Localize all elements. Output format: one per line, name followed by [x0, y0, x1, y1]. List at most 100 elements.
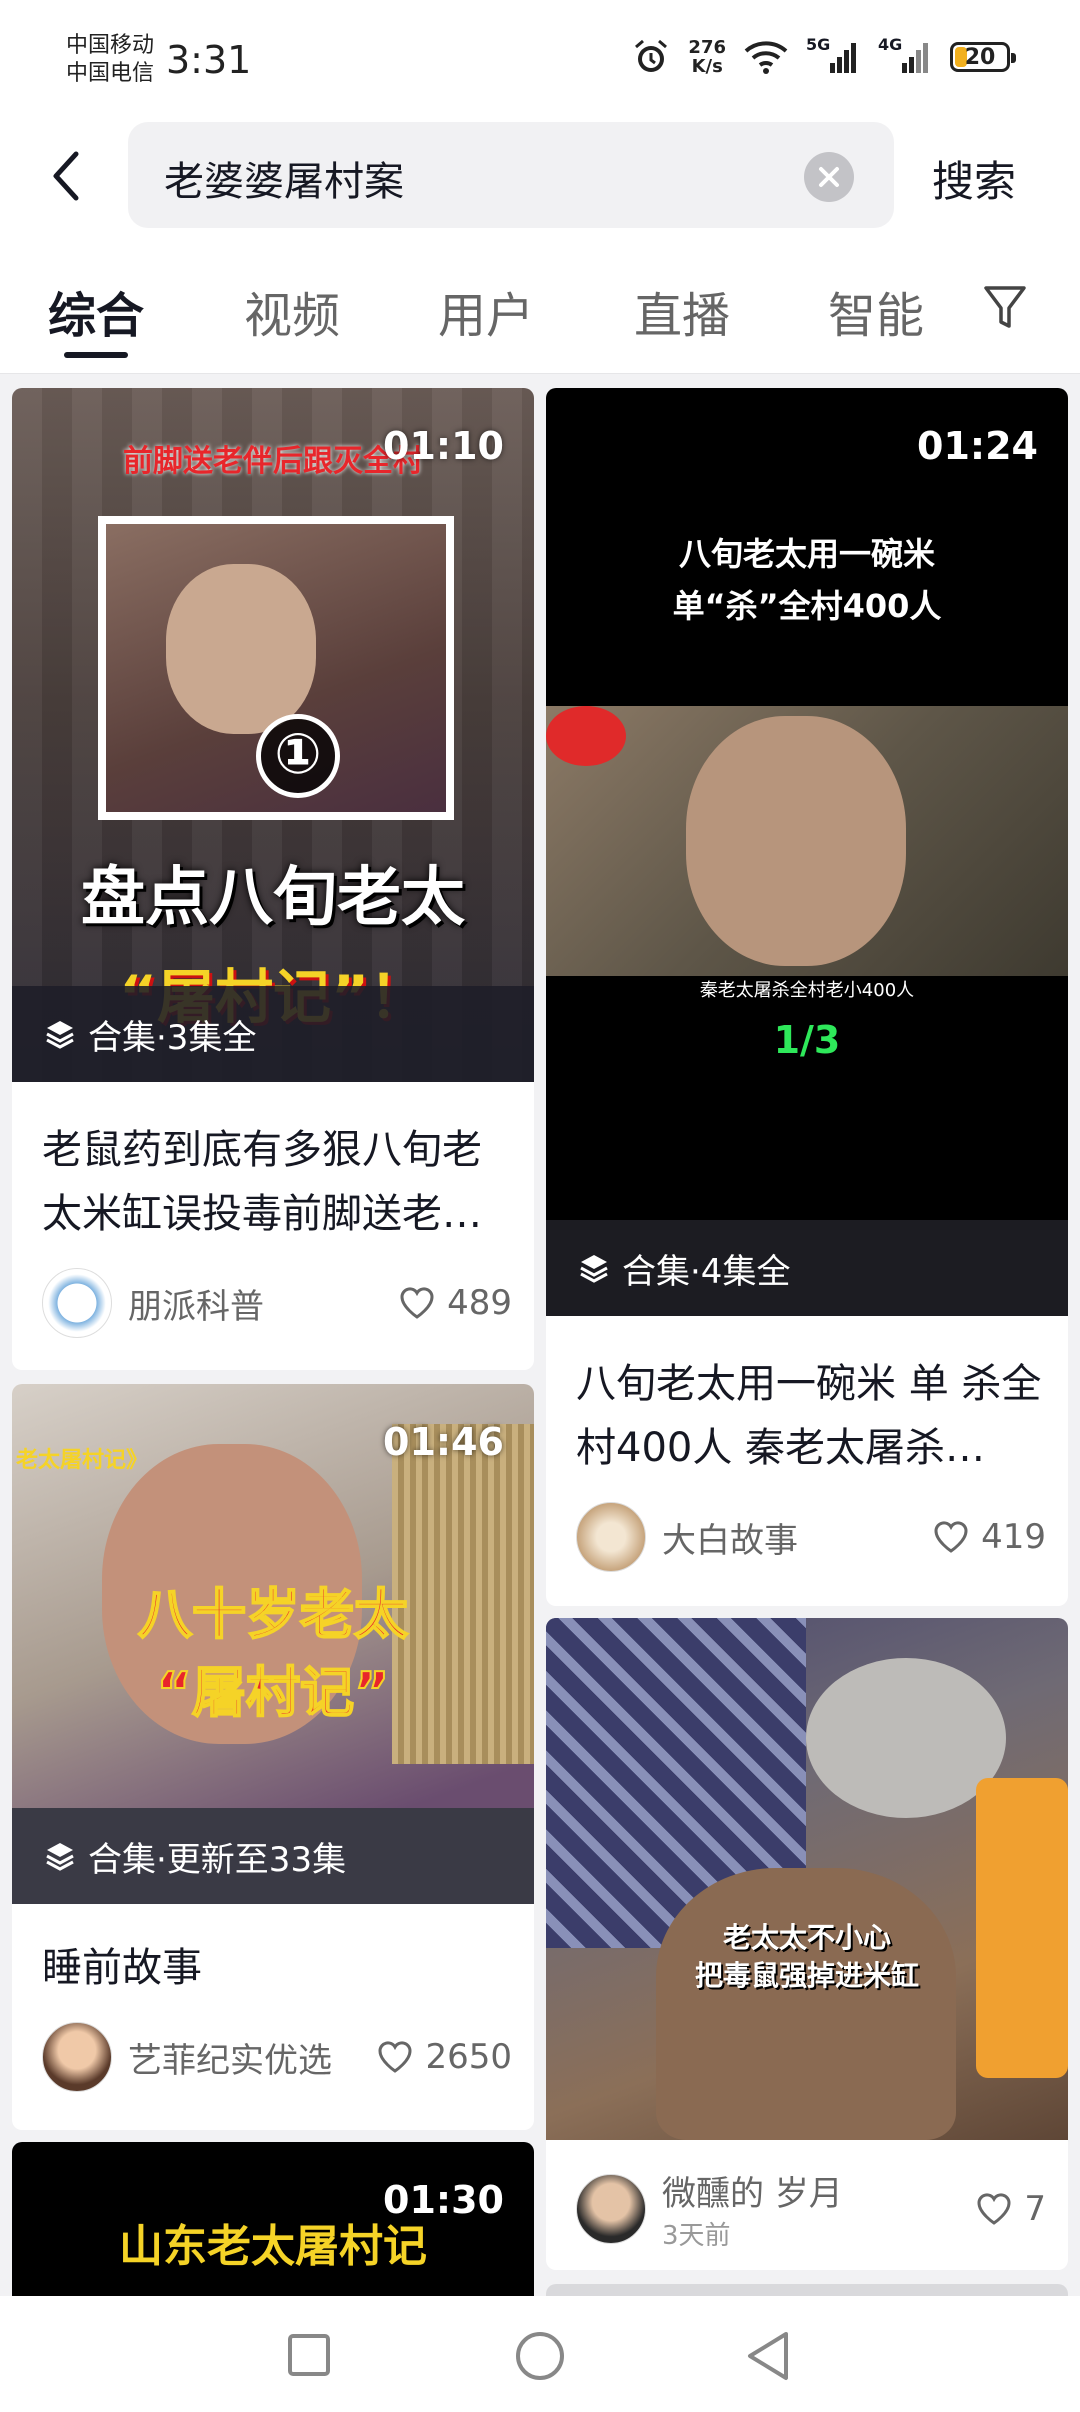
speed-value: 276 — [688, 37, 726, 58]
heart-icon[interactable] — [976, 2193, 1012, 2225]
like-count[interactable]: 489 — [399, 1283, 512, 1323]
battery-icon: 20 — [950, 42, 1016, 72]
tab-smart[interactable]: 智能 — [828, 276, 924, 346]
video-thumbnail[interactable]: 前脚送老伴后跟灭全村 ① 盘点八旬老太 “屠村记”！ 01:10 合集·3集全 — [12, 388, 534, 1082]
tab-all[interactable]: 综合 — [48, 276, 144, 346]
overlay-line-1: 八旬老太用一碗米 — [678, 535, 935, 573]
signal-4g-icon: 4G — [878, 35, 932, 75]
home-icon[interactable] — [514, 2330, 566, 2382]
author-name[interactable]: 微醺的 岁月 — [662, 2166, 843, 2215]
network-speed: 276 K/s — [688, 38, 726, 76]
video-thumbnail[interactable]: 01:24 八旬老太用一碗米 单“杀”全村400人 秦老太屠杀全村老小400人 … — [546, 388, 1068, 1316]
wifi-icon — [744, 41, 788, 74]
result-tabs: 综合 视频 用户 直播 智能 — [0, 244, 1080, 374]
alarm-icon — [635, 39, 668, 72]
episode-number-badge: ① — [256, 714, 340, 798]
avatar[interactable] — [42, 2022, 112, 2092]
back-icon[interactable] — [744, 2330, 792, 2382]
carrier-1: 中国移动 — [66, 33, 155, 58]
search-header: 老婆婆屠村案 搜索 — [0, 122, 1080, 244]
video-title[interactable]: 八旬老太用一碗米 单 杀全村400人 秦老太屠杀… — [576, 1352, 1046, 1480]
avatar[interactable] — [576, 2174, 646, 2244]
author-row: 微醺的 岁月 3天前 7 — [576, 2166, 1046, 2252]
carrier-labels: 中国移动 中国电信 — [66, 32, 154, 88]
avatar[interactable] — [42, 1268, 112, 1338]
collection-label: 合集·3集全 — [88, 1017, 257, 1058]
author-row: 朋派科普 489 — [42, 1268, 512, 1338]
collection-badge: 合集·更新至33集 — [12, 1808, 534, 1904]
search-query[interactable]: 老婆婆屠村案 — [164, 149, 404, 207]
author-meta: 微醺的 岁月 3天前 — [662, 2166, 843, 2252]
system-nav-bar — [0, 2296, 1080, 2412]
video-thumbnail[interactable]: 老太屠村记》 八十岁老太 “屠村记” 01:46 合集·更新至33集 — [12, 1384, 534, 1904]
video-card-4[interactable]: 老太太不小心 把毒鼠强掉进米缸 微醺的 岁月 3天前 7 — [546, 1618, 1068, 2270]
layers-icon — [580, 1255, 608, 1283]
author-row: 大白故事 419 — [576, 1502, 1046, 1572]
overlay-tag: 老太屠村记》 — [16, 1448, 149, 1473]
video-duration: 01:10 — [383, 424, 504, 468]
speed-unit: K/s — [691, 56, 723, 77]
collection-badge: 合集·3集全 — [12, 986, 534, 1082]
search-input[interactable]: 老婆婆屠村案 — [128, 122, 894, 228]
collection-badge: 合集·4集全 — [546, 1220, 1068, 1316]
post-time: 3天前 — [662, 2221, 731, 2251]
layers-icon — [46, 1021, 74, 1049]
overlay-line-2: 单“杀”全村400人 — [672, 587, 942, 625]
overlay-line-1: 山东老太屠村记 — [119, 2221, 427, 2272]
overlay-line-1: 八十岁老太 — [137, 1582, 409, 1647]
collection-label: 合集·更新至33集 — [88, 1839, 347, 1880]
like-count[interactable]: 419 — [933, 1517, 1046, 1557]
like-count[interactable]: 2650 — [377, 2037, 512, 2077]
collection-label: 合集·4集全 — [622, 1251, 791, 1292]
overlay-line-1: 老太太不小心 — [722, 1921, 891, 1954]
avatar[interactable] — [576, 1502, 646, 1572]
inset-photo-frame: ① — [98, 516, 454, 820]
video-card-1[interactable]: 前脚送老伴后跟灭全村 ① 盘点八旬老太 “屠村记”！ 01:10 合集·3集全 … — [12, 388, 534, 1370]
heart-icon[interactable] — [399, 1287, 435, 1319]
video-thumbnail[interactable]: 老太太不小心 把毒鼠强掉进米缸 — [546, 1618, 1068, 2140]
recent-apps-icon[interactable] — [286, 2332, 332, 2378]
likes-value: 419 — [981, 1517, 1046, 1557]
like-count[interactable]: 7 — [976, 2189, 1046, 2229]
heart-icon[interactable] — [377, 2041, 413, 2073]
video-frame — [546, 706, 1068, 976]
overlay-big-text: 盘点八旬老太 — [81, 861, 465, 935]
active-tab-indicator — [64, 352, 128, 358]
video-caption: 秦老太屠杀全村老小400人 — [699, 980, 915, 1001]
tab-video[interactable]: 视频 — [244, 276, 340, 346]
likes-value: 489 — [447, 1283, 512, 1323]
heart-icon[interactable] — [933, 1521, 969, 1553]
status-icons: 276 K/s 5G 4G 20 — [632, 35, 1016, 76]
author-name[interactable]: 艺菲纪实优选 — [128, 2033, 332, 2082]
tab-users[interactable]: 用户 — [438, 276, 534, 346]
face-shape — [166, 564, 316, 734]
author-row: 艺菲纪实优选 2650 — [42, 2022, 512, 2092]
clear-icon[interactable] — [804, 152, 854, 202]
slide-counter: 1/3 — [773, 1018, 841, 1062]
video-duration: 01:24 — [917, 424, 1038, 468]
video-card-2[interactable]: 01:24 八旬老太用一碗米 单“杀”全村400人 秦老太屠杀全村老小400人 … — [546, 388, 1068, 1606]
status-bar: 中国移动 中国电信 3:31 276 K/s 5G 4G 20 — [0, 0, 1080, 122]
net-type-2: 4G — [878, 35, 903, 54]
layers-icon — [46, 1843, 74, 1871]
video-title[interactable]: 老鼠药到底有多狠八旬老太米缸误投毒前脚送老… — [42, 1118, 512, 1246]
carrier-2: 中国电信 — [66, 61, 155, 86]
likes-value: 7 — [1024, 2189, 1046, 2229]
clock: 3:31 — [166, 38, 252, 82]
face-shape — [686, 716, 906, 966]
overlay-line-2: “屠村记” — [156, 1660, 391, 1725]
search-button[interactable]: 搜索 — [932, 148, 1016, 209]
filter-icon[interactable] — [982, 282, 1028, 332]
net-type-1: 5G — [806, 35, 831, 54]
video-duration: 01:46 — [383, 1420, 504, 1464]
likes-value: 2650 — [425, 2037, 512, 2077]
signal-5g-icon: 5G — [806, 35, 860, 75]
red-lantern — [546, 706, 626, 766]
author-name[interactable]: 大白故事 — [662, 1513, 798, 1562]
video-title[interactable]: 睡前故事 — [42, 1936, 512, 2000]
author-name[interactable]: 朋派科普 — [128, 1279, 264, 1328]
back-arrow-icon[interactable] — [40, 146, 96, 206]
tab-live[interactable]: 直播 — [634, 276, 730, 346]
battery-level: 20 — [964, 44, 996, 70]
video-card-3[interactable]: 老太屠村记》 八十岁老太 “屠村记” 01:46 合集·更新至33集 睡前故事 … — [12, 1384, 534, 2130]
